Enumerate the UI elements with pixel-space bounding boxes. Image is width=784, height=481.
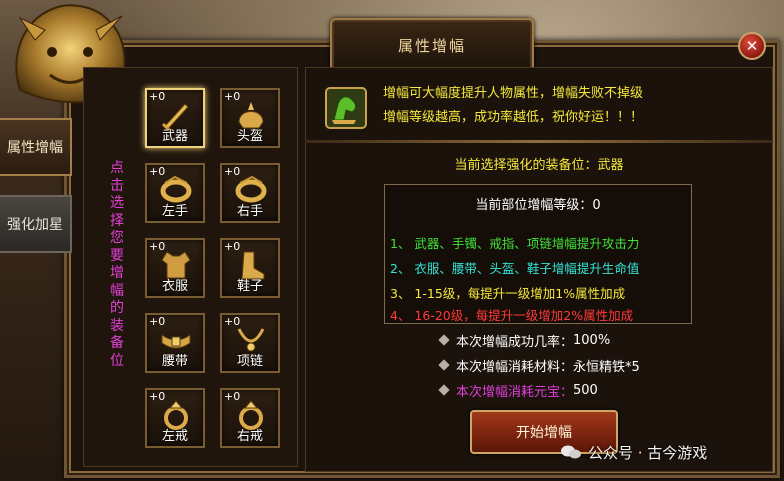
slot-armor[interactable]: +0 衣服 (145, 238, 205, 298)
rule-line-2: 2、 衣服、腰带、头盔、鞋子增幅提升生命值 (390, 261, 640, 276)
slot-belt[interactable]: +0 腰带 (145, 313, 205, 373)
stat-label: 本次增幅成功几率： (456, 334, 574, 350)
intro-line-1: 增幅可大幅度提升人物属性，增幅失败不掉级 (383, 86, 644, 101)
stat-value: 500 (573, 382, 598, 398)
slot-name: 武器 (161, 129, 188, 144)
slot-necklace[interactable]: +0 项链 (220, 313, 280, 373)
slot-name: 衣服 (161, 279, 188, 294)
slot-helmet[interactable]: +0 头盔 (220, 88, 280, 148)
slot-name: 项链 (236, 354, 263, 369)
watermark-text: 公众号 · 古今游戏 (588, 443, 708, 462)
close-button[interactable]: ✕ (738, 32, 766, 60)
strength-arm-icon (325, 87, 367, 129)
intro-line-2: 增幅等级越高，成功率越低，祝你好运！！！ (383, 110, 644, 125)
bullet-diamond-icon (438, 384, 450, 396)
tab-attribute-boost[interactable]: 属性增幅 (0, 118, 72, 176)
stat-label: 本次增幅消耗材料： (456, 359, 574, 375)
wechat-icon (561, 445, 581, 459)
tab-label: 属性增幅 (7, 140, 63, 156)
window-title: 属性增幅 (397, 36, 466, 55)
watermark: 公众号 · 古今游戏 (560, 440, 707, 464)
slot-right-hand[interactable]: +0 右手 (220, 163, 280, 223)
slot-name: 右戒 (236, 429, 263, 444)
current-level-text: 当前部位增幅等级：0 (475, 198, 601, 213)
stat-value: 100% (573, 332, 611, 348)
stat-value: 永恒精铁*5 (573, 359, 640, 375)
rule-line-3: 3、 1-15级，每提升一级增加1%属性加成 (390, 286, 626, 301)
slot-left-ring[interactable]: +0 左戒 (145, 388, 205, 448)
stat-material-cost: 本次增幅消耗材料： 永恒精铁*5 (438, 355, 640, 375)
rule-line-1: 1、 武器、手镯、戒指、项链增幅提升攻击力 (390, 236, 640, 251)
intro-description: 增幅可大幅度提升人物属性，增幅失败不掉级 增幅等级越高，成功率越低，祝你好运！！… (383, 82, 773, 130)
selected-slot-text: 当前选择强化的装备位：武器 (454, 158, 624, 173)
tab-label: 强化加星 (7, 217, 63, 233)
slot-name: 左戒 (161, 429, 188, 444)
rule-line-4: 4、 16-20级，每提升一级增加2%属性加成 (390, 308, 634, 323)
window-title-plate: 属性增幅 (330, 18, 534, 72)
slot-weapon[interactable]: +0 武器 (145, 88, 205, 148)
stat-gold-cost: 本次增幅消耗元宝： 500 (438, 380, 598, 400)
section-divider (305, 140, 773, 143)
slot-left-hand[interactable]: +0 左手 (145, 163, 205, 223)
start-boost-label: 开始增幅 (516, 425, 572, 441)
slot-name: 腰带 (161, 354, 188, 369)
slot-name: 左手 (161, 204, 188, 219)
slot-name: 头盔 (236, 129, 263, 144)
bullet-diamond-icon (438, 334, 450, 346)
stat-success-rate: 本次增幅成功几率： 100% (438, 330, 611, 350)
close-icon: ✕ (745, 37, 759, 55)
slot-name: 右手 (236, 204, 263, 219)
tab-enhance-star[interactable]: 强化加星 (0, 195, 72, 253)
slot-boots[interactable]: +0 鞋子 (220, 238, 280, 298)
stat-label: 本次增幅消耗元宝： (456, 384, 574, 400)
bullet-diamond-icon (438, 359, 450, 371)
select-slot-hint: 点击选择您要增幅的装备位 (110, 160, 124, 369)
slot-right-ring[interactable]: +0 右戒 (220, 388, 280, 448)
slot-name: 鞋子 (236, 279, 263, 294)
